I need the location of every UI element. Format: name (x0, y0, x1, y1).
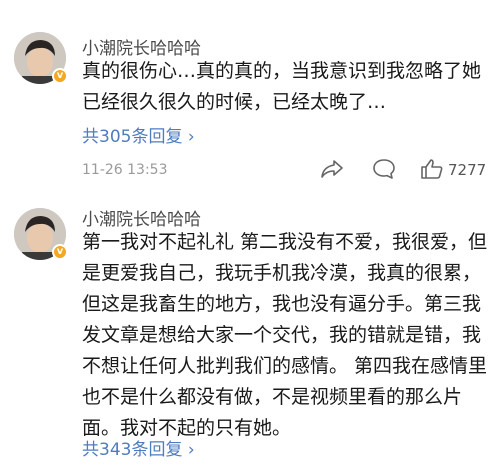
like-count: 7277 (448, 161, 487, 179)
comment-text: 真的很伤心…真的真的，当我意识到我忽略了她已经很久很久的时候，已经太晚了… (82, 60, 482, 113)
verified-badge-icon: v (52, 244, 68, 260)
verified-badge-icon: v (52, 68, 68, 84)
view-replies-link[interactable]: 共343条回复 › (82, 435, 195, 460)
view-replies-link[interactable]: 共305条回复 › (82, 122, 195, 147)
share-icon[interactable] (320, 158, 344, 180)
comment-item: v 小潮院长哈哈哈 第一我对不起礼礼 第二我没有不爱，我很爱，但是更爱我自己，我… (0, 190, 500, 466)
comment-item: v 小潮院长哈哈哈 真的很伤心…真的真的，当我意识到我忽略了她已经很久很久的时候… (0, 0, 500, 190)
comment-text: 第一我对不起礼礼 第二我没有不爱，我很爱，但是更爱我自己，我玩手机我冷漠，我真的… (82, 231, 488, 439)
thumbs-up-icon[interactable] (420, 158, 444, 180)
comment-icon[interactable] (372, 158, 396, 180)
comment-time: 11-26 13:53 (82, 162, 168, 178)
